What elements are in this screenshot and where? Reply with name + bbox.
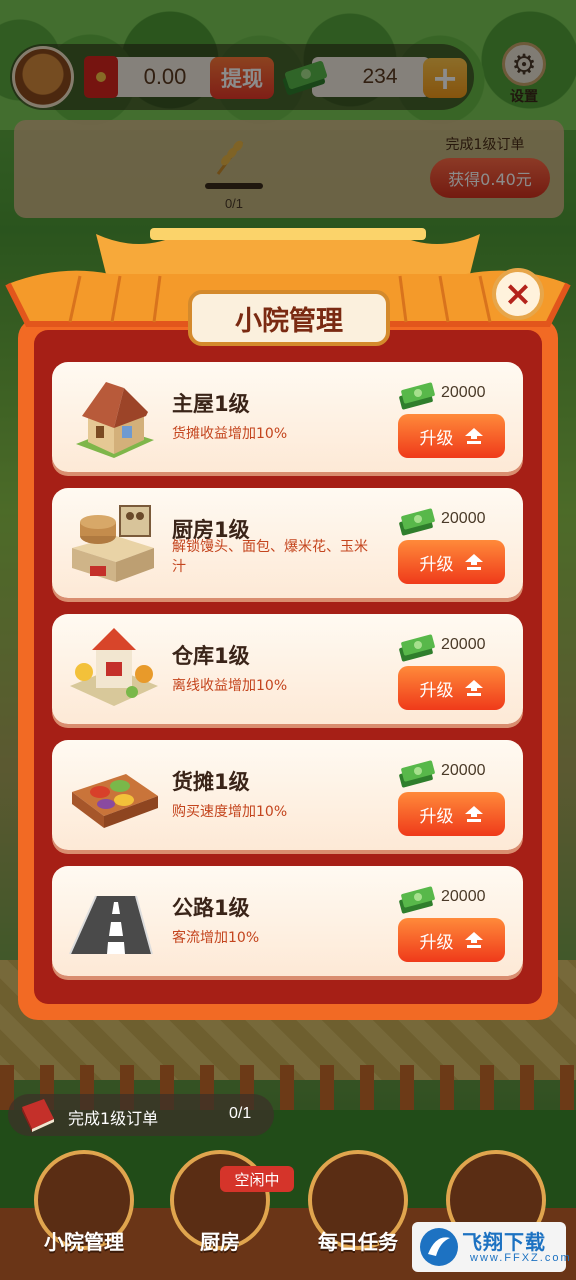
- watermark-url: www.FFXZ.com: [470, 1252, 572, 1264]
- watermark-logo-icon: [420, 1228, 458, 1266]
- upgrade-arrow-icon: [464, 932, 483, 948]
- upgrade-button[interactable]: 升级: [398, 666, 505, 710]
- nav-label: 每日任务: [318, 1230, 398, 1254]
- nav-label: 厨房: [200, 1230, 240, 1254]
- item-description: 货摊收益增加10%: [172, 426, 288, 442]
- cash-stack-icon: [399, 886, 435, 914]
- nav-label: 小院管理: [44, 1230, 124, 1254]
- item-cost: 20000: [441, 384, 486, 401]
- item-name: 货摊1级: [172, 770, 250, 794]
- upgrade-label: 升级: [419, 806, 454, 827]
- cash-stack-icon: [399, 382, 435, 410]
- book-icon: [22, 1099, 54, 1132]
- road-icon: [69, 895, 153, 955]
- task-text: 完成1级订单: [68, 1109, 159, 1128]
- item-description: 离线收益增加10%: [172, 678, 288, 694]
- cash-stack-icon: [399, 508, 435, 536]
- upgrade-arrow-icon: [464, 554, 483, 570]
- modal-title: 小院管理: [188, 290, 390, 346]
- upgrade-card-warehouse: 仓库1级 离线收益增加10% 20000 升级: [52, 614, 523, 724]
- item-cost: 20000: [441, 510, 486, 527]
- item-description: 解锁馒头、面包、爆米花、玉米汁: [172, 539, 368, 575]
- kitchen-stove-icon: [72, 505, 154, 582]
- task-progress: 0/1: [229, 1105, 252, 1122]
- cash-stack-icon: [399, 634, 435, 662]
- upgrade-label: 升级: [419, 680, 454, 701]
- upgrade-button[interactable]: 升级: [398, 540, 505, 584]
- warehouse-icon: [70, 628, 158, 706]
- item-name: 仓库1级: [172, 644, 250, 668]
- house-icon: [76, 382, 154, 458]
- upgrade-card-stall: 货摊1级 购买速度增加10% 20000 升级: [52, 740, 523, 850]
- nav-courtyard[interactable]: 小院管理: [34, 1150, 134, 1280]
- item-name: 主屋1级: [172, 392, 250, 416]
- upgrade-card-kitchen: 厨房1级 解锁馒头、面包、爆米花、玉米汁 20000 升级: [52, 488, 523, 598]
- market-stall-icon: [72, 774, 158, 828]
- upgrade-button[interactable]: 升级: [398, 414, 505, 458]
- item-cost: 20000: [441, 762, 486, 779]
- close-button[interactable]: ×: [492, 268, 544, 320]
- modal-title-text: 小院管理: [235, 305, 343, 337]
- item-cost: 20000: [441, 636, 486, 653]
- item-description: 购买速度增加10%: [172, 804, 288, 820]
- upgrade-card-road: 公路1级 客流增加10% 20000 升级: [52, 866, 523, 976]
- upgrade-arrow-icon: [464, 806, 483, 822]
- cash-stack-icon: [399, 760, 435, 788]
- upgrade-arrow-icon: [464, 428, 483, 444]
- upgrade-label: 升级: [419, 932, 454, 953]
- nav-daily-tasks[interactable]: 每日任务: [308, 1150, 408, 1280]
- upgrade-label: 升级: [419, 554, 454, 575]
- kitchen-status-badge: 空闲中: [220, 1166, 294, 1192]
- upgrade-button[interactable]: 升级: [398, 918, 505, 962]
- watermark-title: 飞翔下载: [462, 1230, 546, 1254]
- item-name: 公路1级: [172, 896, 250, 920]
- item-cost: 20000: [441, 888, 486, 905]
- upgrade-button[interactable]: 升级: [398, 792, 505, 836]
- upgrade-card-main-house: 主屋1级 货摊收益增加10% 20000 升级: [52, 362, 523, 472]
- upgrade-arrow-icon: [464, 680, 483, 696]
- upgrade-label: 升级: [419, 428, 454, 449]
- item-description: 客流增加10%: [172, 930, 260, 946]
